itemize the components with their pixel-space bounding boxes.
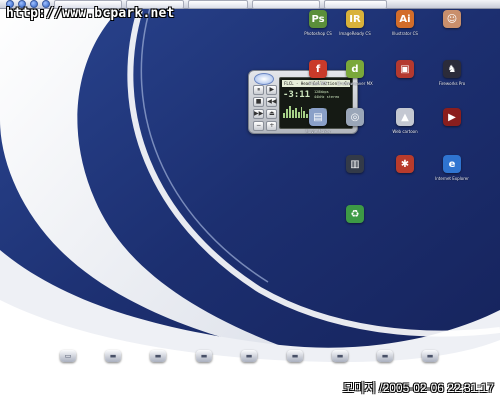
desktop-icon-label: Flash MX	[309, 81, 327, 86]
desktop-icon[interactable]: ▲ Web cartoon	[380, 108, 430, 134]
internet-explorer-icon: e	[443, 155, 461, 173]
desktop-icon[interactable]: ♞ Fireworks Pro	[427, 60, 477, 86]
samplerate-text: 44kHz stereo	[314, 94, 340, 99]
dreamweaver-icon: d	[346, 60, 364, 78]
drive-icon: ▬	[241, 350, 257, 362]
drive-shortcut[interactable]: ▬	[360, 350, 410, 365]
media-icon: ▶	[443, 108, 461, 126]
watermark-url: http://www.bcpark.net	[6, 6, 175, 21]
desktop-icon-label: Illustrator CS	[392, 31, 418, 36]
drive-shortcut[interactable]: ▬	[179, 350, 229, 365]
taskbar-button[interactable]	[324, 0, 387, 9]
taskbar-button[interactable]	[188, 0, 248, 9]
recycle-bin-icon: ♻	[346, 205, 364, 223]
drive-shortcut[interactable]: ▬	[133, 350, 183, 365]
drive-shortcut[interactable]: ▬	[270, 350, 320, 365]
drive-icon: ▬	[332, 350, 348, 362]
player-logo-icon[interactable]	[254, 73, 274, 85]
drive-icon: ▬	[105, 350, 121, 362]
drive-shortcut[interactable]: ▭	[43, 350, 93, 365]
stop-button[interactable]: ■	[253, 97, 265, 107]
desktop-icon[interactable]: IR ImageReady CS	[330, 10, 380, 36]
desktop-icon[interactable]: Ai Illustrator CS	[380, 10, 430, 36]
eject-button[interactable]: ⏏	[266, 109, 278, 119]
desktop-icon-label: Fireworks Pro	[438, 81, 466, 86]
chart-icon: ▥	[346, 155, 364, 173]
desktop-icon-label: Photoshop CS	[304, 31, 332, 36]
flash-icon: f	[309, 60, 327, 78]
next-button[interactable]: ▶▶	[253, 109, 265, 119]
lighthouse-icon: ▲	[396, 108, 414, 126]
imageready-icon: IR	[346, 10, 364, 28]
desktop-icon[interactable]: ▣	[380, 60, 430, 81]
volume-up-button[interactable]: +	[266, 121, 278, 131]
drive-icon: ▬	[422, 350, 438, 362]
desktop-icon[interactable]: ♻	[330, 205, 380, 226]
drive-shortcut[interactable]: ▬	[315, 350, 365, 365]
desktop-icon[interactable]: d Dreamweaver MX	[330, 60, 380, 86]
person-icon: ☺	[443, 10, 461, 28]
bug-icon: ✱	[396, 155, 414, 173]
my-computer-icon: ▭	[60, 350, 76, 362]
desktop-icon[interactable]: ▶	[427, 108, 477, 129]
volume-down-button[interactable]: −	[253, 121, 265, 131]
photoshop-icon: Ps	[309, 10, 327, 28]
drive-icon: ▬	[287, 350, 303, 362]
desktop-icon-label: Movie Maker	[305, 129, 331, 134]
timestamp-caption: 모미지 /2005-02-06 22:31:17	[342, 381, 494, 395]
drive-shortcut[interactable]: ▬	[88, 350, 138, 365]
cube-icon: ▣	[396, 60, 414, 78]
pause-button[interactable]: ⏸	[253, 85, 265, 95]
disk-icon: ▬	[196, 350, 212, 362]
desktop-icon-label: Web cartoon	[392, 129, 418, 134]
taskbar-button[interactable]	[252, 0, 320, 9]
desktop-icon-label: ImageReady CS	[339, 31, 371, 36]
previous-button[interactable]: ◀◀	[266, 97, 278, 107]
converter-icon: ◎	[346, 108, 364, 126]
desktop-icon-label: Internet Explorer	[435, 176, 469, 181]
desktop-icon[interactable]: e Internet Explorer	[427, 155, 477, 181]
player-controls: ⏸ ▶ ■ ◀◀ ▶▶ ⏏ − +	[253, 85, 278, 131]
desktop-icon[interactable]: ☺	[427, 10, 477, 31]
movie-maker-icon: ▤	[309, 108, 327, 126]
horse-icon: ♞	[443, 60, 461, 78]
drive-shortcut[interactable]: ▬	[224, 350, 274, 365]
desktop-icon[interactable]: ▥	[330, 155, 380, 176]
desktop-icon[interactable]: ◎	[330, 108, 380, 129]
play-button[interactable]: ▶	[266, 85, 278, 95]
drive-icon: ▬	[150, 350, 166, 362]
track-time: -3:11	[283, 90, 311, 100]
desktop-icon-label: Dreamweaver MX	[337, 81, 373, 86]
drive-icon: ▬	[377, 350, 393, 362]
illustrator-icon: Ai	[396, 10, 414, 28]
drive-shortcut[interactable]: ▬	[405, 350, 455, 365]
desktop-icon[interactable]: ✱	[380, 155, 430, 176]
track-info: 128kbps 44kHz stereo	[314, 90, 339, 99]
